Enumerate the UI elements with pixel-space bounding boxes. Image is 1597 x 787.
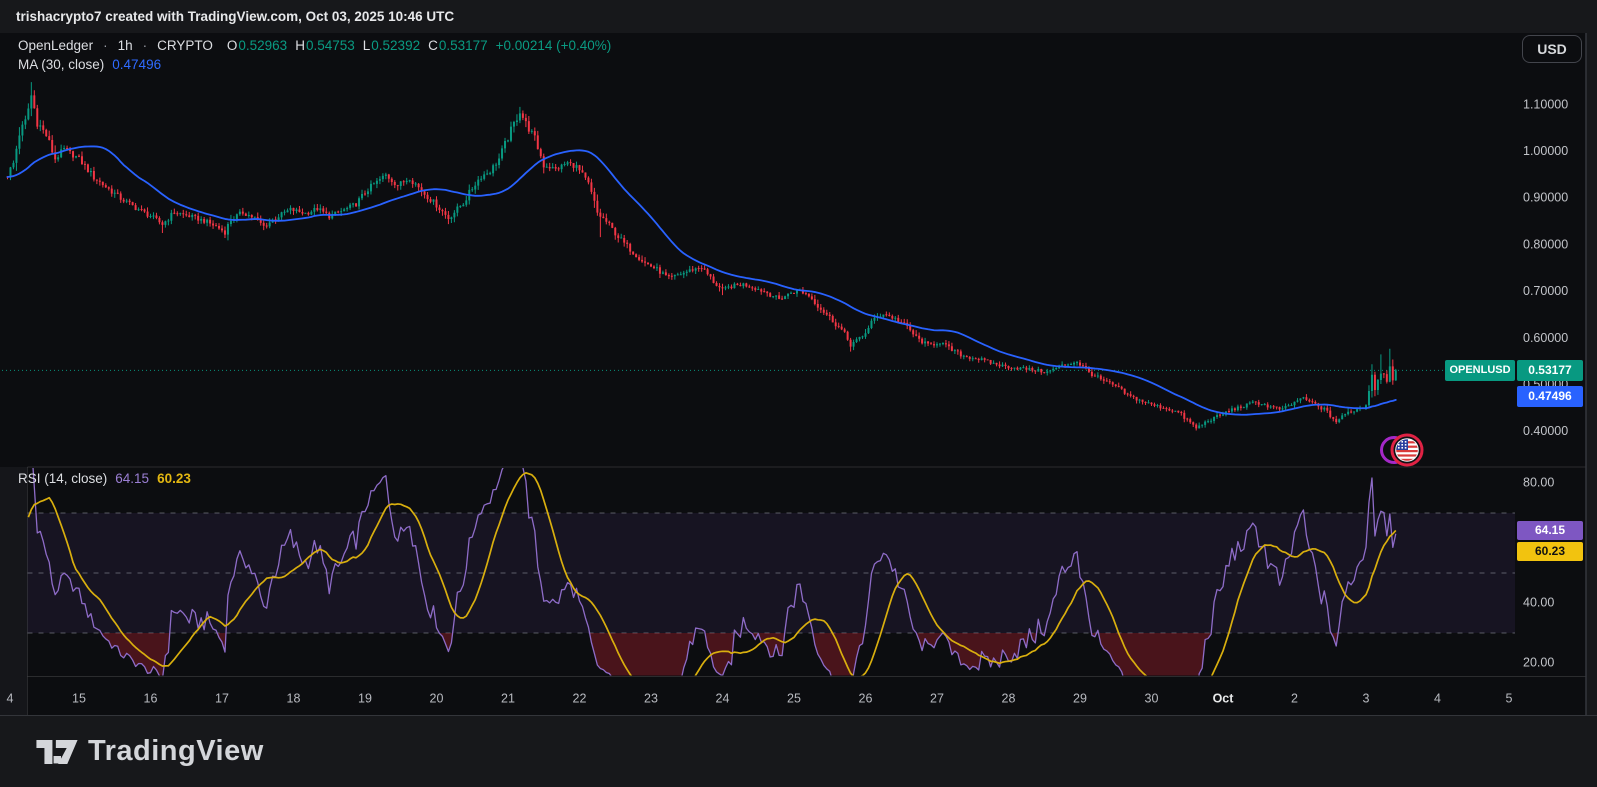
- close-label: C: [428, 38, 438, 53]
- rsi-legend: RSI (14, close) 64.15 60.23: [18, 471, 191, 486]
- price-tick-label: 0.70000: [1523, 284, 1568, 298]
- tradingview-snapshot: 1.10000 1.00000 0.90000 0.80000 0.70000 0.600…: [0, 0, 1597, 787]
- time-tick-label: 18: [287, 691, 301, 705]
- price-tick-label: 0.90000: [1523, 191, 1568, 205]
- chart-canvas[interactable]: 1.10000 1.00000 0.90000 0.80000 0.70000 0.600…: [0, 0, 1597, 787]
- time-tick-label: 20: [430, 691, 444, 705]
- time-tick-label: 26: [859, 691, 873, 705]
- ma-value: 0.47496: [112, 57, 161, 72]
- separator-dot: ·: [103, 38, 108, 53]
- low-value: 0.52392: [371, 38, 420, 53]
- price-tick-label: 0.60000: [1523, 331, 1568, 345]
- time-tick-label: 3: [1363, 691, 1370, 705]
- main-legend: OpenLedger · 1h · CRYPTO O 0.52963 H 0.5…: [18, 38, 611, 53]
- rsi-tick-label: 80.00: [1523, 475, 1554, 489]
- time-tick-label: 25: [787, 691, 801, 705]
- ma-legend: MA (30, close) 0.47496: [18, 57, 161, 72]
- close-value: 0.53177: [439, 38, 488, 53]
- rsi-tick-label: 40.00: [1523, 595, 1554, 609]
- open-value: 0.52963: [238, 38, 287, 53]
- time-tick-label: 2: [1291, 691, 1298, 705]
- time-tick-label: 5: [1506, 691, 1513, 705]
- time-tick-label: 21: [501, 691, 515, 705]
- price-tick-label: 1.10000: [1523, 97, 1568, 111]
- ma-value-badge: 0.47496: [1517, 386, 1583, 407]
- time-tick-label: 19: [358, 691, 372, 705]
- time-tick-label: 29: [1073, 691, 1087, 705]
- price-tick-label: 0.40000: [1523, 424, 1568, 438]
- low-label: L: [363, 38, 371, 53]
- price-tick-label: 0.80000: [1523, 237, 1568, 251]
- time-tick-label: 22: [573, 691, 587, 705]
- tradingview-logo-icon: [36, 740, 78, 764]
- rsi-value: 64.15: [115, 471, 149, 486]
- time-tick-label: 4: [1434, 691, 1441, 705]
- rsi-label: RSI (14, close): [18, 471, 107, 486]
- time-tick-label: 24: [716, 691, 730, 705]
- time-tick-label: 28: [1002, 691, 1016, 705]
- last-price-badge: 0.53177: [1517, 360, 1583, 381]
- currency-usd-button[interactable]: USD: [1522, 35, 1582, 63]
- us-flag-icon[interactable]: [1380, 433, 1426, 467]
- rsi-value-badge: 64.15: [1517, 521, 1583, 540]
- tradingview-wordmark: TradingView: [88, 735, 264, 768]
- time-tick-label: 27: [930, 691, 944, 705]
- open-label: O: [227, 38, 238, 53]
- interval-label: 1h: [118, 38, 133, 53]
- time-tick-label: 30: [1145, 691, 1159, 705]
- title-text: trishacrypto7 created with TradingView.c…: [16, 9, 454, 24]
- tradingview-logo[interactable]: TradingView: [36, 735, 264, 768]
- price-tick-label: 1.00000: [1523, 144, 1568, 158]
- footer-bar: TradingView: [0, 716, 1597, 787]
- high-label: H: [295, 38, 305, 53]
- high-value: 0.54753: [306, 38, 355, 53]
- change-value: +0.00214 (+0.40%): [496, 38, 612, 53]
- time-tick-label: 16: [144, 691, 158, 705]
- symbol-name: OpenLedger: [18, 38, 93, 53]
- currency-label: USD: [1537, 41, 1567, 57]
- exchange-label: CRYPTO: [157, 38, 213, 53]
- time-tick-label: 23: [644, 691, 658, 705]
- rsi-ma-value: 60.23: [157, 471, 191, 486]
- time-tick-label: 4: [7, 691, 14, 705]
- time-tick-label: 15: [72, 691, 86, 705]
- symbol-price-label-badge: OPENLUSD: [1445, 360, 1515, 381]
- rsi-tick-label: 20.00: [1523, 655, 1554, 669]
- ma-label: MA (30, close): [18, 57, 104, 72]
- time-tick-label: 17: [215, 691, 229, 705]
- title-bar: trishacrypto7 created with TradingView.c…: [0, 0, 1597, 33]
- separator-dot: ·: [143, 38, 148, 53]
- rsi-ma-value-badge: 60.23: [1517, 542, 1583, 561]
- time-tick-label: Oct: [1213, 691, 1235, 705]
